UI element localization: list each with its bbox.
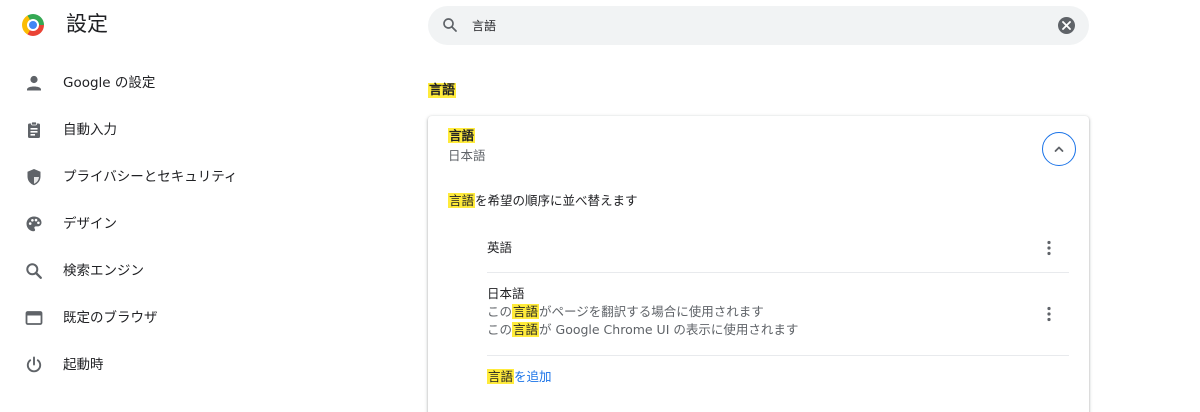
- clear-icon[interactable]: [1058, 17, 1075, 34]
- language-row-english: 英語: [487, 236, 1069, 272]
- search-highlight: 言語: [512, 322, 540, 337]
- reorder-instructions: 言語を希望の順序に並べ替えます: [448, 193, 638, 208]
- ui-language-note: この言語が Google Chrome UI の表示に使用されます: [487, 322, 799, 337]
- chrome-logo-icon: [22, 14, 44, 36]
- sidebar-item-startup[interactable]: 起動時: [0, 342, 300, 388]
- sidebar-item-label: 自動入力: [63, 122, 117, 138]
- language-name: 日本語: [487, 286, 525, 301]
- search-highlight: 言語: [487, 369, 515, 384]
- sidebar-item-autofill[interactable]: 自動入力: [0, 107, 300, 153]
- language-name: 英語: [487, 240, 513, 255]
- search-highlight: 言語: [428, 83, 457, 98]
- section-heading: 言語: [428, 82, 457, 100]
- more-options-button[interactable]: [1039, 237, 1059, 259]
- sidebar-item-label: 既定のブラウザ: [63, 310, 158, 326]
- search-box[interactable]: [428, 6, 1089, 45]
- more-vert-icon: [1047, 240, 1051, 256]
- search-highlight: 言語: [448, 128, 476, 143]
- power-icon: [26, 356, 42, 373]
- shield-icon: [27, 169, 41, 186]
- language-row-japanese: 日本語 この言語がページを翻訳する場合に使用されます この言語が Google …: [487, 272, 1069, 356]
- languages-card: 言語 日本語 言語を希望の順序に並べ替えます 英語 日本語 この言語がページを翻…: [428, 116, 1089, 412]
- sidebar-item-default-browser[interactable]: 既定のブラウザ: [0, 295, 300, 341]
- sidebar-item-google[interactable]: Google の設定: [0, 60, 300, 106]
- person-icon: [27, 75, 41, 91]
- add-language-link[interactable]: 言語を追加: [487, 369, 552, 385]
- settings-header: 設定: [0, 0, 1200, 56]
- browser-window-icon: [25, 311, 43, 325]
- page-title: 設定: [66, 12, 108, 36]
- search-icon: [26, 263, 42, 279]
- palette-icon: [26, 216, 42, 232]
- more-options-button[interactable]: [1039, 303, 1059, 325]
- sidebar-item-label: 起動時: [63, 357, 104, 373]
- sidebar-item-label: デザイン: [63, 216, 117, 232]
- clipboard-icon: [28, 121, 40, 138]
- translate-usage-note: この言語がページを翻訳する場合に使用されます: [487, 304, 764, 319]
- sidebar-item-privacy[interactable]: プライバシーとセキュリティ: [0, 154, 300, 200]
- search-input[interactable]: [472, 13, 1032, 37]
- sidebar-item-label: プライバシーとセキュリティ: [63, 169, 238, 185]
- search-highlight: 言語: [448, 193, 476, 208]
- sidebar-item-label: 検索エンジン: [63, 263, 144, 279]
- search-highlight: 言語: [512, 304, 540, 319]
- collapse-button[interactable]: [1042, 132, 1076, 166]
- sidebar-item-search-engine[interactable]: 検索エンジン: [0, 248, 300, 294]
- more-vert-icon: [1047, 306, 1051, 322]
- search-icon: [443, 18, 457, 32]
- sidebar-item-label: Google の設定: [63, 75, 156, 91]
- sidebar: Google の設定 自動入力 プライバシーとセキュリティ デザイン 検索エンジ…: [0, 60, 300, 412]
- chevron-up-icon: [1054, 146, 1064, 152]
- card-title: 言語: [448, 128, 476, 144]
- card-subtitle: 日本語: [448, 148, 486, 163]
- sidebar-item-appearance[interactable]: デザイン: [0, 201, 300, 247]
